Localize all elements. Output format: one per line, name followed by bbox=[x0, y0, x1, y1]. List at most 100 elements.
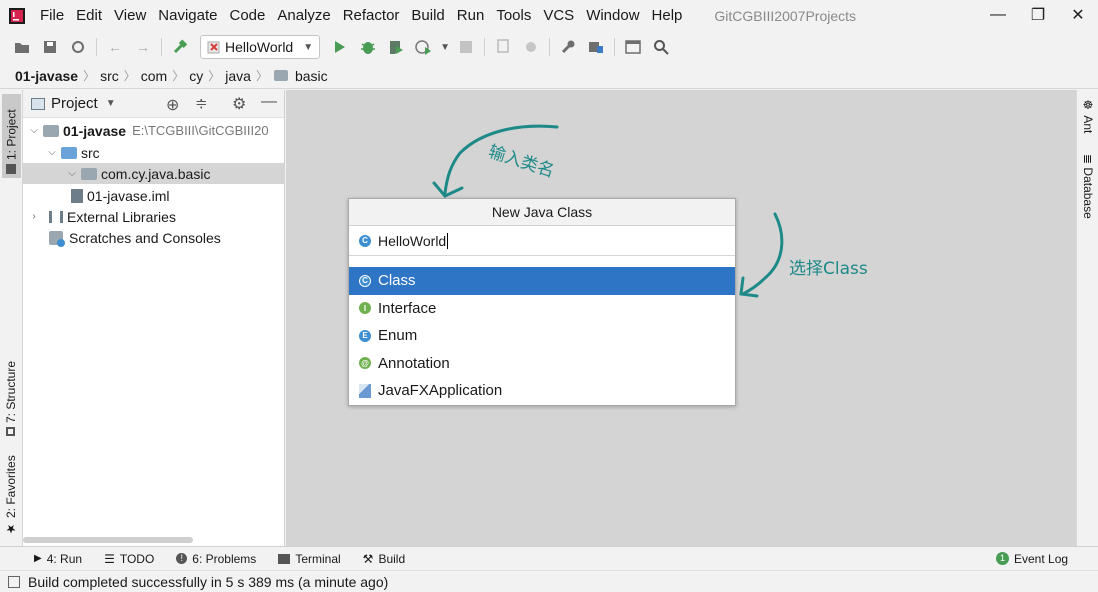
option-class[interactable]: C Class bbox=[349, 267, 735, 295]
tool-windows-icon[interactable] bbox=[8, 575, 20, 588]
tab-database[interactable]: ≣ Database bbox=[1081, 154, 1095, 219]
tree-item-src[interactable]: ⌵ src bbox=[23, 142, 285, 163]
tree-item-external-libraries[interactable]: › External Libraries bbox=[23, 206, 285, 227]
breadcrumb-item[interactable]: 01-javase bbox=[12, 68, 81, 84]
menu-vcs[interactable]: VCS bbox=[537, 0, 580, 32]
breadcrumb-item[interactable]: java bbox=[222, 68, 254, 84]
minimize-icon[interactable]: — bbox=[976, 0, 1020, 30]
tab-ant[interactable]: ☸ Ant bbox=[1081, 98, 1095, 133]
chevron-right-icon: 〉 bbox=[123, 69, 136, 83]
menu-refactor[interactable]: Refactor bbox=[337, 0, 406, 32]
coverage-icon[interactable] bbox=[382, 34, 410, 60]
breadcrumb-item[interactable]: com bbox=[138, 68, 170, 84]
back-icon[interactable]: ← bbox=[101, 34, 129, 60]
star-icon: ★ bbox=[4, 522, 18, 536]
class-icon: C bbox=[359, 234, 371, 247]
run-config-label: HelloWorld bbox=[225, 39, 294, 55]
toolbar-divider bbox=[96, 38, 97, 56]
chevron-down-icon[interactable]: ▼ bbox=[106, 98, 116, 109]
tab-structure[interactable]: 7: Structure bbox=[4, 352, 18, 436]
package-folder-icon bbox=[81, 167, 97, 180]
tab-database-label: Database bbox=[1081, 167, 1095, 219]
dialog-spacer bbox=[349, 256, 735, 267]
sync-icon[interactable] bbox=[64, 34, 92, 60]
class-name-field[interactable]: C HelloWorld bbox=[349, 226, 735, 256]
run-icon[interactable] bbox=[326, 34, 354, 60]
project-panel-title[interactable]: Project bbox=[51, 95, 98, 112]
tab-run[interactable]: ▶ 4: Run bbox=[34, 552, 82, 566]
hammer-icon: ⚒ bbox=[362, 551, 374, 566]
annotation-icon: @ bbox=[359, 357, 371, 370]
tab-project[interactable]: 1: Project bbox=[2, 94, 21, 178]
forward-icon[interactable]: → bbox=[129, 34, 157, 60]
menu-tools[interactable]: Tools bbox=[490, 0, 537, 32]
horizontal-scrollbar[interactable] bbox=[23, 537, 193, 543]
tree-item-package[interactable]: ⌵ com.cy.java.basic bbox=[23, 163, 285, 184]
run-configuration-select[interactable]: HelloWorld ▼ bbox=[200, 35, 321, 59]
stop-icon[interactable] bbox=[452, 34, 480, 60]
tab-event-log-label: Event Log bbox=[1014, 551, 1069, 566]
option-enum[interactable]: E Enum bbox=[349, 322, 735, 350]
tab-project-label: 1: Project bbox=[4, 109, 19, 160]
search-icon[interactable] bbox=[647, 34, 675, 60]
class-icon: C bbox=[359, 274, 371, 287]
tab-favorites[interactable]: ★ 2: Favorites bbox=[4, 455, 18, 536]
tab-todo[interactable]: ☰ TODO bbox=[104, 552, 154, 566]
terminal-window-icon[interactable] bbox=[619, 34, 647, 60]
annotation-select-class: 选择Class bbox=[789, 259, 868, 279]
menu-edit[interactable]: Edit bbox=[70, 0, 108, 32]
chevron-right-icon: › bbox=[32, 211, 36, 222]
gear-icon[interactable]: ⚙ bbox=[232, 94, 246, 114]
wrench-icon[interactable] bbox=[554, 34, 582, 60]
tab-problems[interactable]: ! 6: Problems bbox=[176, 552, 256, 566]
hide-icon[interactable]: — bbox=[261, 93, 277, 111]
project-view-icon bbox=[31, 97, 45, 110]
locate-icon[interactable]: ⊕ bbox=[166, 95, 179, 115]
chevron-down-icon: ▼ bbox=[303, 41, 314, 53]
debug-icon[interactable] bbox=[354, 34, 382, 60]
menu-navigate[interactable]: Navigate bbox=[152, 0, 223, 32]
breadcrumb-item[interactable]: basic bbox=[292, 68, 331, 84]
profile-icon[interactable] bbox=[410, 34, 438, 60]
menu-file[interactable]: File bbox=[34, 0, 70, 32]
tab-structure-label: 7: Structure bbox=[4, 360, 18, 423]
menu-help[interactable]: Help bbox=[646, 0, 689, 32]
save-icon[interactable] bbox=[36, 34, 64, 60]
attach-debugger-icon[interactable] bbox=[489, 34, 517, 60]
tree-item-label: Scratches and Consoles bbox=[69, 229, 221, 246]
tab-terminal[interactable]: Terminal bbox=[278, 552, 341, 566]
chevron-down-icon: ⌵ bbox=[30, 125, 38, 136]
menu-code[interactable]: Code bbox=[223, 0, 271, 32]
menu-analyze[interactable]: Analyze bbox=[271, 0, 336, 32]
menu-run[interactable]: Run bbox=[451, 0, 491, 32]
option-javafx[interactable]: JavaFXApplication bbox=[349, 377, 735, 405]
tree-item-path: E:\TCGBIII\GitCGBIII20 bbox=[132, 123, 269, 138]
open-folder-icon[interactable] bbox=[8, 34, 36, 60]
tab-build[interactable]: ⚒ Build bbox=[363, 552, 405, 566]
build-hammer-icon[interactable] bbox=[166, 34, 194, 60]
collapse-all-icon[interactable]: ≑ bbox=[195, 94, 208, 112]
breadcrumb-item[interactable]: src bbox=[97, 68, 122, 84]
chevron-down-icon[interactable]: ▼ bbox=[438, 34, 452, 60]
menu-view[interactable]: View bbox=[108, 0, 152, 32]
menu-build[interactable]: Build bbox=[405, 0, 450, 32]
toolbar-divider bbox=[161, 38, 162, 56]
tab-event-log[interactable]: 1 Event Log bbox=[996, 552, 1068, 566]
scratches-icon bbox=[49, 230, 65, 247]
option-annotation[interactable]: @ Annotation bbox=[349, 350, 735, 378]
settings-run-icon[interactable] bbox=[517, 34, 545, 60]
close-icon[interactable]: ✕ bbox=[1056, 0, 1098, 30]
restore-icon[interactable]: ❐ bbox=[1016, 0, 1060, 30]
option-interface[interactable]: I Interface bbox=[349, 295, 735, 323]
project-structure-icon[interactable] bbox=[582, 34, 610, 60]
class-name-input[interactable]: HelloWorld bbox=[378, 233, 446, 249]
tab-build-label: Build bbox=[378, 551, 406, 566]
toolbar-divider bbox=[549, 38, 551, 56]
list-icon: ☰ bbox=[104, 551, 115, 566]
menu-window[interactable]: Window bbox=[580, 0, 645, 32]
event-count-badge: 1 bbox=[996, 552, 1009, 565]
tree-item-module[interactable]: ⌵ 01-javase E:\TCGBIII\GitCGBIII20 bbox=[23, 120, 285, 141]
breadcrumb-item[interactable]: cy bbox=[186, 68, 206, 84]
tree-item-iml[interactable]: 01-javase.iml bbox=[23, 185, 285, 206]
tree-item-scratches[interactable]: Scratches and Consoles bbox=[23, 227, 285, 248]
